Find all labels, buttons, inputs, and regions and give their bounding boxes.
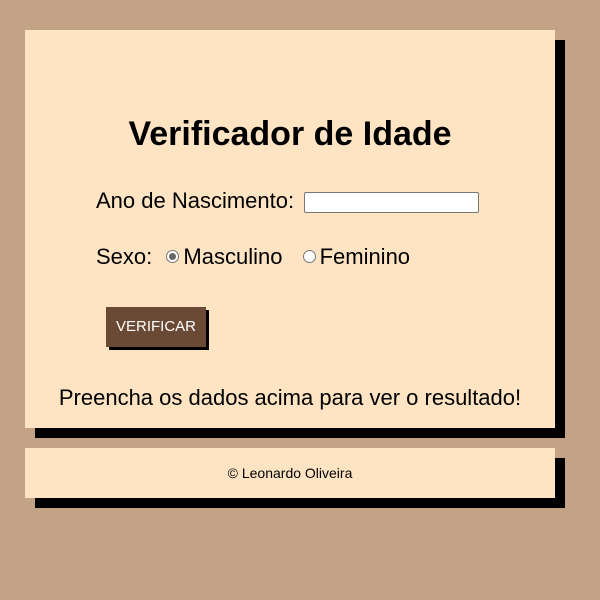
footer-copyright: © Leonardo Oliveira (227, 465, 353, 481)
main-card: Verificador de Idade Ano de Nascimento: … (25, 30, 555, 428)
verify-button[interactable]: VERIFICAR (106, 307, 206, 347)
birth-year-input[interactable] (304, 191, 480, 213)
sex-row: Sexo: Masculino Feminino (96, 244, 416, 270)
page-title: Verificador de Idade (128, 115, 452, 153)
radio-masculino[interactable] (166, 249, 180, 263)
birth-year-row: Ano de Nascimento: (96, 188, 480, 214)
birth-year-label: Ano de Nascimento: (96, 188, 295, 213)
radio-feminino[interactable] (302, 249, 316, 263)
radio-masculino-label[interactable]: Masculino (183, 244, 282, 269)
result-message: Preencha os dados acima para ver o resul… (58, 385, 522, 410)
radio-feminino-label[interactable]: Feminino (320, 244, 410, 269)
sex-label: Sexo: (96, 244, 153, 269)
footer: © Leonardo Oliveira (25, 448, 555, 498)
